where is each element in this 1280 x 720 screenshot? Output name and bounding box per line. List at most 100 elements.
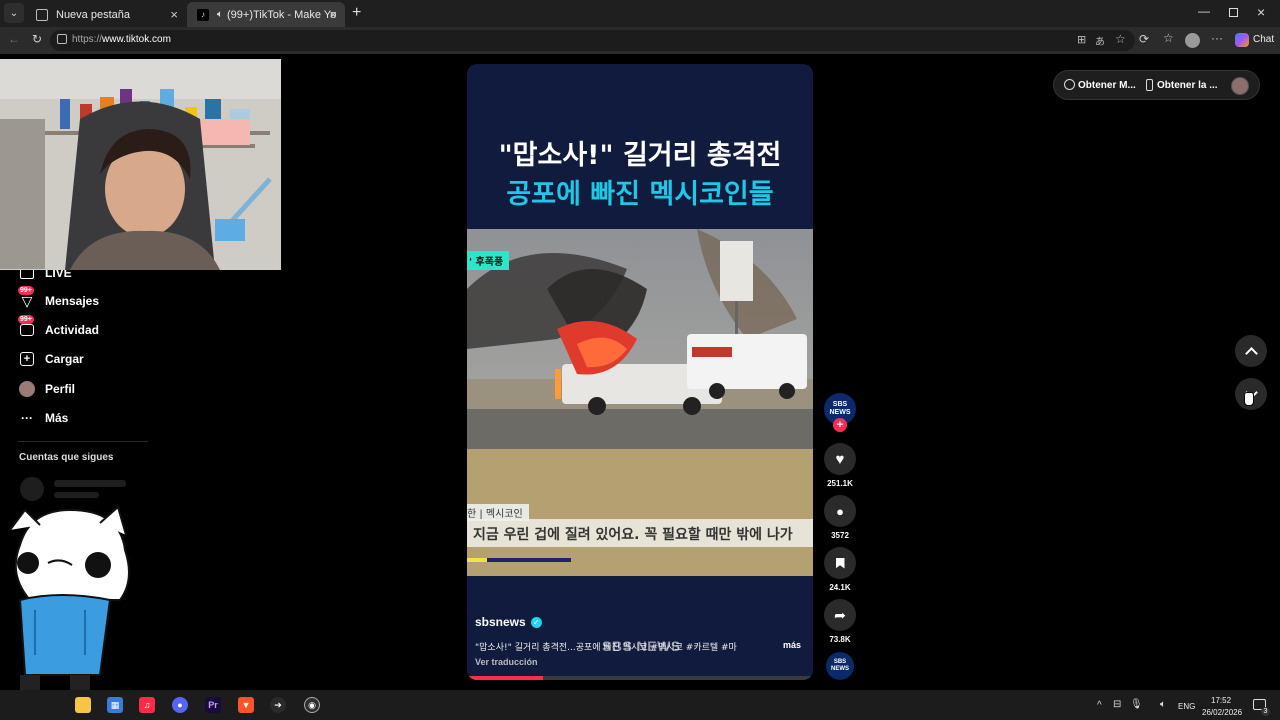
video-player[interactable]: "맙소사!" 길거리 총격전 공포에 빠진 멕시코인들 ' 후폭풍 한 | 멕시… (467, 64, 813, 680)
address-bar[interactable]: https://www.tiktok.com ⊞ あ ☆ (50, 30, 1135, 51)
favorite-star-icon[interactable]: ☆ (1115, 32, 1126, 46)
video-headline-line1: "맙소사!" 길거리 총격전 (498, 140, 782, 171)
save-count: 24.1K (829, 583, 851, 592)
back-icon[interactable]: ← (8, 32, 20, 46)
video-description: "맙소사!" 길거리 총격전...공포에 빠진 멕시코 #멕시코 #카르텔 #마 (475, 643, 737, 653)
obs-icon[interactable]: ◉ (304, 697, 320, 713)
see-translation-link[interactable]: Ver traducción (475, 657, 538, 667)
channel-logo-text: SBS NEWS (829, 401, 851, 416)
speaker-icon[interactable]: 🔈︎ (217, 9, 223, 20)
like-count: 251.1K (827, 479, 853, 488)
video-headline-line2: 공포에 빠진 멕시코인들 (506, 179, 774, 210)
mouse-cursor-icon (1244, 392, 1254, 406)
media-app-icon[interactable]: ➔ (270, 697, 286, 713)
share-count: 73.8K (829, 635, 851, 644)
file-explorer-icon[interactable] (75, 697, 91, 713)
clock-date[interactable]: 26/02/2026 (1202, 708, 1242, 717)
copilot-icon[interactable] (1235, 33, 1249, 47)
site-info-icon[interactable] (57, 34, 67, 44)
translate-icon[interactable]: あ (1095, 33, 1105, 48)
microphone-icon[interactable]: 🎙︎ (1130, 699, 1143, 710)
top-actions-bar: Obtener M... Obtener la ... (1053, 70, 1260, 100)
sidebar-divider (18, 441, 148, 442)
comment-button[interactable]: ● (824, 495, 856, 527)
restore-icon[interactable] (1229, 8, 1238, 17)
get-app-button[interactable]: Obtener M... (1078, 80, 1136, 91)
close-tab-icon[interactable]: × (329, 7, 337, 22)
previous-video-button[interactable] (1235, 335, 1267, 367)
author-row: sbsnews ✓ (475, 615, 542, 629)
sidebar-item-upload[interactable]: + Cargar (18, 350, 84, 368)
store-icon[interactable]: ▦ (107, 697, 123, 713)
sidebar-item-label: Actividad (45, 323, 100, 337)
profile-avatar (18, 380, 36, 398)
author-name[interactable]: sbsnews (475, 615, 526, 629)
user-avatar[interactable] (1231, 77, 1249, 95)
share-button[interactable]: ➦ (824, 599, 856, 631)
video-tag-overlay: ' 후폭풍 (467, 251, 510, 270)
sidebar-item-messages[interactable]: ▽ 99+ Mensajes (18, 286, 100, 310)
close-window-icon[interactable]: × (1257, 4, 1265, 20)
favorites-icon[interactable]: ☆ (1163, 31, 1174, 45)
windows-taskbar (0, 690, 1280, 720)
tab-new-tab[interactable]: Nueva pestaña × (26, 2, 186, 27)
sidebar-item-profile[interactable]: Perfil (18, 380, 75, 398)
tab-tiktok[interactable]: ♪ 🔈︎ (99+)TikTok - Make Your Day × (187, 2, 345, 27)
browser-toolbar: ← ↻ https://www.tiktok.com ⊞ あ ☆ ⟳ ☆ ···… (0, 27, 1280, 54)
new-tab-icon (36, 8, 48, 21)
language-indicator[interactable]: ENG (1178, 702, 1195, 711)
refresh-icon[interactable]: ↻ (32, 32, 42, 46)
sidebar-item-label: Mensajes (45, 294, 100, 308)
music-disc-avatar[interactable]: SBS NEWS (826, 652, 854, 680)
follow-plus-icon[interactable]: + (833, 418, 847, 432)
bookmark-icon (835, 557, 845, 569)
extensions-icon[interactable]: ⟳ (1139, 32, 1149, 46)
settings-more-icon[interactable]: ··· (1211, 31, 1223, 45)
following-heading: Cuentas que sigues (19, 452, 114, 463)
tab-list-dropdown-icon[interactable]: ⌄ (4, 3, 24, 23)
chevron-up-icon (1244, 346, 1258, 360)
channel-logo-text: SBS NEWS (831, 659, 849, 672)
chat-label[interactable]: Chat (1253, 34, 1274, 45)
minimize-icon[interactable]: — (1198, 4, 1210, 18)
get-desktop-app-button[interactable]: Obtener la ... (1157, 80, 1218, 91)
app-available-icon[interactable]: ⊞ (1077, 33, 1086, 46)
webcam-feed-image (0, 59, 281, 270)
tab-title: (99+)TikTok - Make Your Day (227, 8, 337, 21)
browser-tab-bar: ⌄ Nueva pestaña × ♪ 🔈︎ (99+)TikTok - Mak… (0, 0, 1280, 27)
heart-icon: ♥ (835, 450, 845, 468)
sidebar-item-label: Perfil (45, 382, 76, 396)
premiere-icon[interactable]: Pr (205, 697, 221, 713)
notification-badge: 99+ (18, 286, 34, 295)
following-skeleton-avatar (20, 477, 44, 501)
more-link[interactable]: más (783, 640, 801, 650)
vtuber-character-overlay (9, 505, 130, 690)
sidebar-item-more[interactable]: ··· Más (18, 409, 68, 427)
url-host: www.tiktok.com (102, 34, 171, 45)
phone-icon (1146, 79, 1153, 91)
subtitle-bar-left (467, 558, 487, 562)
tab-title: Nueva pestaña (56, 8, 130, 21)
close-tab-icon[interactable]: × (170, 7, 178, 22)
volume-icon[interactable]: 🔈︎ (1160, 699, 1166, 710)
profile-avatar[interactable] (1185, 33, 1200, 48)
webcam-overlay (0, 59, 281, 270)
save-button[interactable] (824, 547, 856, 579)
like-button[interactable]: ♥ (824, 443, 856, 475)
sidebar-item-label: Más (45, 411, 69, 425)
verified-badge-icon: ✓ (530, 616, 542, 628)
activity-icon: 99+ (18, 315, 36, 339)
brave-icon[interactable]: ▼ (238, 697, 254, 713)
clock-time[interactable]: 17:52 (1211, 696, 1231, 705)
video-progress-track[interactable] (467, 676, 813, 680)
tray-overflow-icon[interactable]: ^ (1097, 700, 1102, 711)
following-skeleton-line (54, 492, 99, 498)
music-app-icon[interactable]: ♫ (139, 697, 155, 713)
following-skeleton-line (54, 480, 126, 487)
discord-icon[interactable]: ● (172, 697, 188, 713)
comment-count: 3572 (831, 531, 849, 540)
sidebar-item-activity[interactable]: 99+ Actividad (18, 315, 100, 339)
sidebar-item-label: Cargar (45, 352, 84, 366)
new-tab-button[interactable]: + (352, 4, 361, 22)
tray-app-icon[interactable]: ⊟ (1113, 699, 1121, 710)
